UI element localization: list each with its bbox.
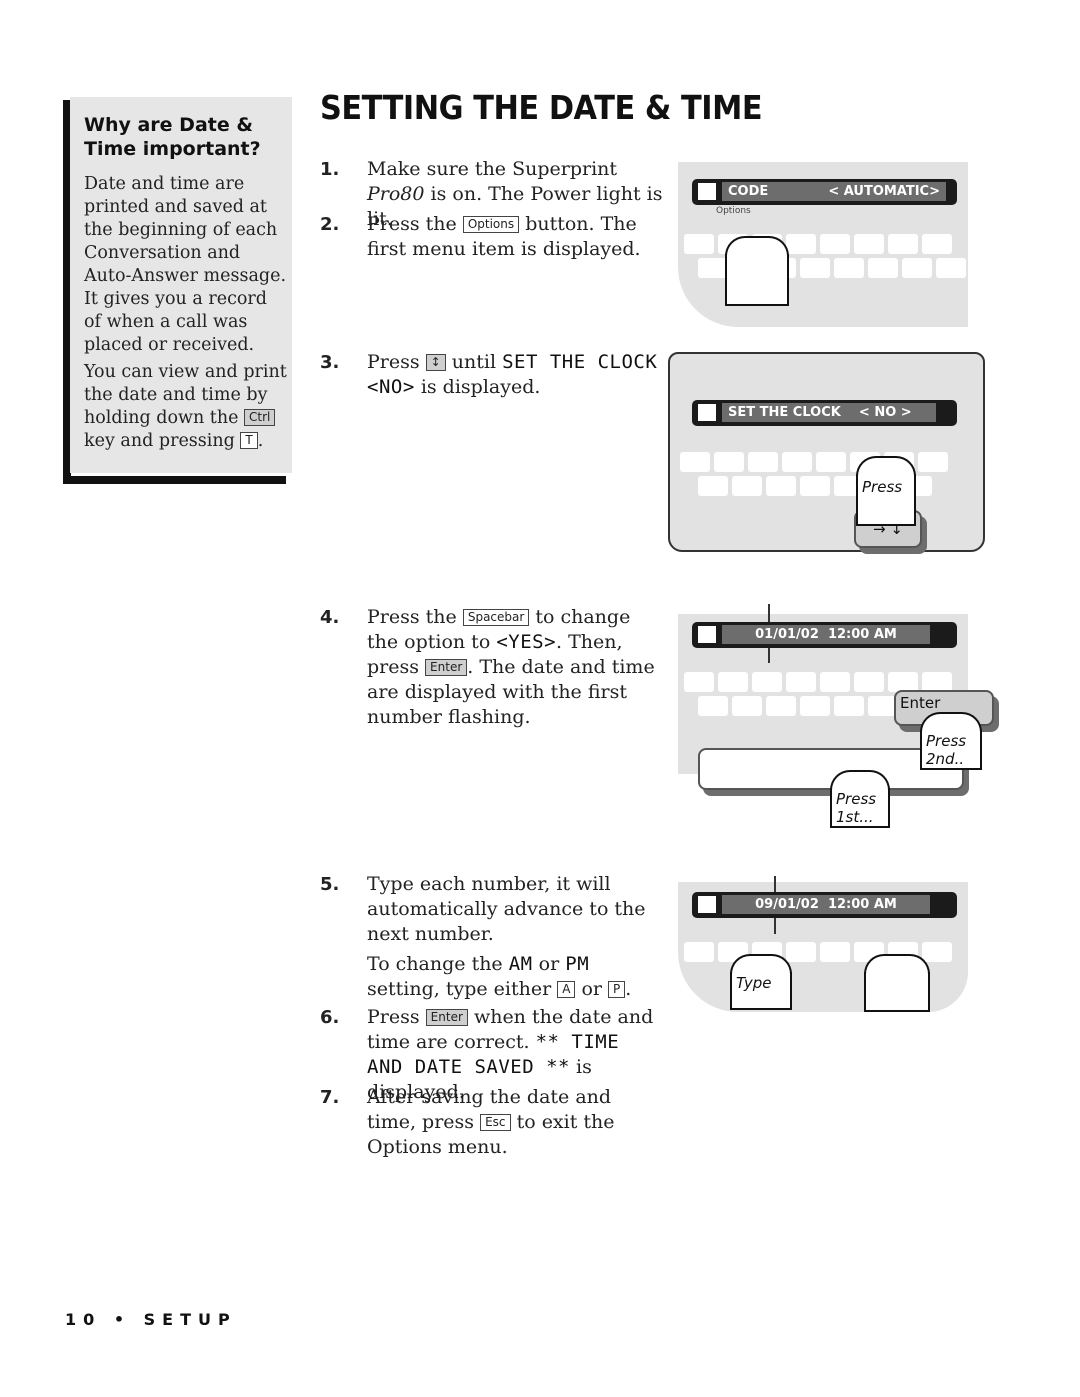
flash-icon	[768, 604, 770, 622]
sidebar-note: Why are Date & Time important? Date and …	[70, 97, 292, 473]
sidebar-body: Date and time are printed and saved at t…	[84, 173, 289, 457]
text: or	[538, 953, 560, 975]
lcd-display: 01/01/02 12:00 AM	[692, 622, 957, 648]
step-number: 4.	[320, 607, 340, 628]
lcd-display: CODE < AUTOMATIC>	[692, 179, 957, 205]
pointing-hand-icon: Press 2nd..	[920, 712, 982, 770]
spacebar-key: Spacebar	[462, 609, 530, 626]
sidebar-shadow	[63, 476, 286, 484]
pointing-hand-icon: Type	[730, 954, 792, 1010]
pointing-hand-icon	[864, 954, 930, 1012]
display-right: < AUTOMATIC>	[828, 184, 940, 199]
pointing-hand-icon: Press	[856, 456, 916, 526]
text: setting, type either	[367, 978, 552, 1000]
text: Make sure the Superprint	[367, 158, 618, 180]
step-5: 5. Type each number, it will automatical…	[320, 872, 665, 1007]
step-number: 3.	[320, 352, 340, 373]
arrow-key: ↕	[425, 354, 446, 371]
text: Type each number, it will automatically …	[367, 873, 646, 945]
text: is displayed.	[420, 376, 541, 398]
a-key: A	[557, 981, 576, 998]
keyboard-illustration-date: 01/01/02 12:00 AM Enter Press 2nd.. Pres…	[678, 604, 1003, 830]
p-key: P	[608, 981, 626, 998]
step-number: 6.	[320, 1007, 340, 1028]
step-number: 1.	[320, 159, 340, 180]
step-7: 7. After saving the date and time, press…	[320, 1085, 665, 1160]
keyboard-illustration-set-clock: SET THE CLOCK < NO > → ↓ Press	[668, 352, 985, 552]
lcd-text: AM	[508, 953, 533, 975]
text: or	[581, 978, 602, 1000]
lcd-text: <YES>	[496, 631, 557, 653]
sidebar-paragraph: Date and time are printed and saved at t…	[84, 174, 287, 355]
text: Press the	[367, 606, 457, 628]
text: To change the AM or PM setting, type eit…	[367, 952, 665, 1002]
display-left: CODE	[728, 184, 769, 199]
lcd-display: 09/01/02 12:00 AM	[692, 892, 957, 918]
display-text: 09/01/02 12:00 AM	[722, 895, 930, 914]
text: Press	[367, 1006, 420, 1028]
step-2: 2. Press the Options button. The first m…	[320, 212, 665, 262]
t-key: T	[240, 432, 258, 449]
keyboard-illustration-options: CODE < AUTOMATIC> Options	[678, 162, 968, 327]
options-key: Options	[462, 216, 520, 233]
page-title: SETTING THE DATE & TIME	[320, 88, 763, 127]
lcd-text: PM	[565, 953, 590, 975]
sidebar-paragraph: You can view and print the date and time…	[84, 361, 289, 453]
keyboard-illustration-type: 09/01/02 12:00 AM Type	[678, 876, 968, 1015]
enter-key: Enter	[425, 1009, 468, 1026]
step-number: 7.	[320, 1087, 340, 1108]
pointing-hand-icon	[725, 236, 789, 306]
step-3: 3. Press ↕ until SET THE CLOCK <NO> is d…	[320, 350, 665, 400]
text: key and pressing	[84, 431, 235, 451]
pointing-hand-icon: Press 1st...	[830, 770, 890, 828]
lcd-display: SET THE CLOCK < NO >	[692, 400, 957, 426]
display-text: CODE < AUTOMATIC>	[722, 182, 946, 201]
flash-icon	[774, 916, 776, 934]
product-name: Pro80	[367, 183, 425, 205]
page-footer: 10 • SETUP	[65, 1310, 237, 1329]
text: To change the	[367, 953, 503, 975]
options-label: Options	[716, 206, 751, 216]
sidebar-title: Why are Date & Time important?	[84, 114, 261, 160]
step-4: 4. Press the Spacebar to change the opti…	[320, 605, 665, 730]
text: .	[257, 431, 264, 451]
step-number: 2.	[320, 214, 340, 235]
text: Press the	[367, 213, 457, 235]
ctrl-key: Ctrl	[244, 409, 276, 426]
display-text: 01/01/02 12:00 AM	[722, 625, 930, 644]
text: Press	[367, 351, 420, 373]
esc-key: Esc	[480, 1114, 511, 1131]
step-number: 5.	[320, 874, 340, 895]
text: until	[451, 351, 497, 373]
enter-key: Enter	[425, 659, 468, 676]
display-text: SET THE CLOCK < NO >	[722, 403, 936, 422]
text: .	[625, 978, 632, 1000]
